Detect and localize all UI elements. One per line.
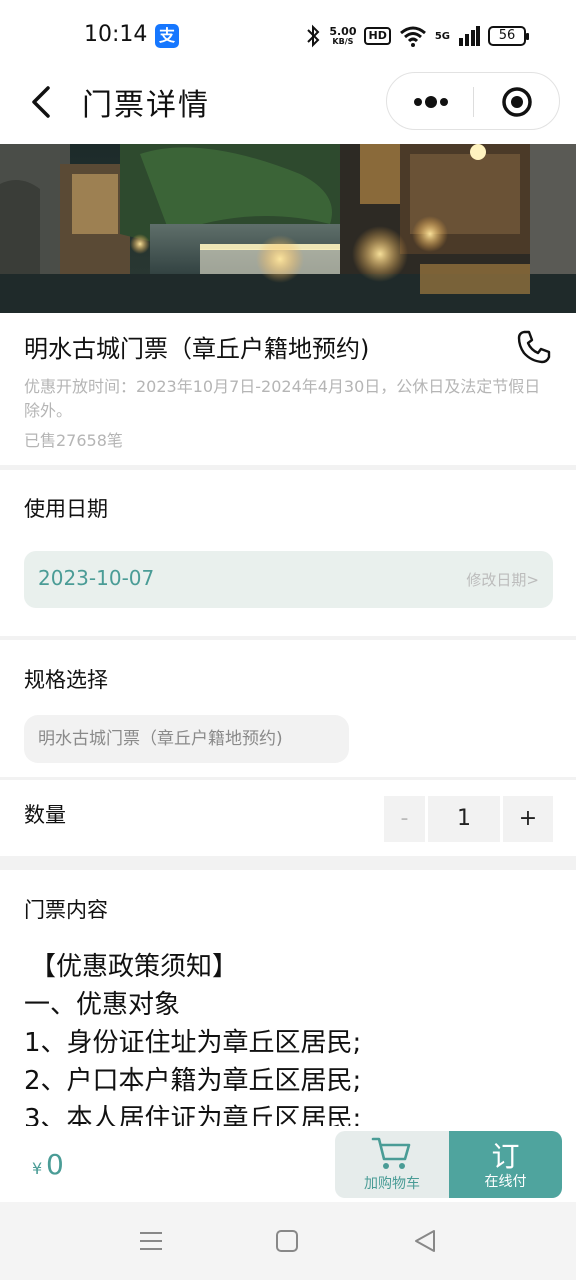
quantity-title: 数量: [24, 803, 66, 827]
selected-date: 2023-10-07: [38, 566, 155, 590]
content-line: 1、身份证住址为章丘区居民;: [24, 1028, 362, 1058]
content-line: 2、户口本户籍为章丘区居民;: [24, 1066, 362, 1096]
status-icons: 5.00 KB/S HD 5G 56: [305, 22, 529, 50]
capsule-separator: [473, 87, 474, 117]
wifi-icon: [399, 26, 426, 47]
sold-count: 已售27658笔: [24, 431, 123, 450]
back-nav-icon[interactable]: [410, 1226, 440, 1256]
more-icon[interactable]: [411, 85, 451, 119]
signal-icon: [459, 26, 480, 46]
quantity-value[interactable]: 1: [428, 796, 500, 842]
section-divider: [0, 856, 576, 870]
content-title: 门票内容: [24, 898, 108, 922]
page-title: 门票详情: [82, 88, 210, 123]
mini-program-capsule: [386, 72, 560, 130]
back-icon[interactable]: [24, 82, 64, 122]
add-to-cart-button[interactable]: 加购物车: [335, 1131, 449, 1198]
spec-option-chip[interactable]: 明水古城门票（章丘户籍地预约): [24, 715, 349, 763]
quantity-plus-button[interactable]: +: [503, 796, 553, 842]
modify-date-link[interactable]: 修改日期>: [466, 569, 539, 590]
pay-online-button[interactable]: 订 在线付: [449, 1131, 562, 1198]
system-navigation-bar: [0, 1202, 576, 1280]
section-divider: [0, 465, 576, 470]
battery-icon: 56: [488, 26, 529, 46]
home-icon[interactable]: [272, 1226, 302, 1256]
pay-online-label: 在线付: [484, 1174, 527, 1190]
signal-label: 5G: [434, 30, 450, 42]
add-to-cart-label: 加购物车: [364, 1176, 420, 1192]
use-date-title: 使用日期: [24, 497, 108, 521]
ticket-detail-page: 10:14 支 5.00 KB/S HD 5G 56 门票详情 明水古城门票（章…: [0, 0, 576, 1280]
ancient-town-night-photo: [0, 144, 576, 313]
net-speed: 5.00 KB/S: [329, 25, 357, 46]
total-price: 0: [46, 1148, 64, 1181]
status-bar: 10:14 支 5.00 KB/S HD 5G 56: [0, 0, 576, 70]
hd-badge: HD: [364, 27, 391, 45]
ticket-description: 优惠开放时间：2023年10月7日-2024年4月30日，公休日及法定节假日除外…: [24, 377, 541, 420]
alipay-icon: 支: [155, 24, 179, 48]
ticket-content: 【优惠政策须知】 一、优惠对象 1、身份证住址为章丘区居民; 2、户口本户籍为章…: [24, 948, 564, 1138]
cart-icon: [371, 1137, 411, 1169]
order-glyph: 订: [491, 1140, 520, 1173]
close-target-icon[interactable]: [501, 86, 533, 118]
quantity-minus-button[interactable]: -: [384, 796, 425, 842]
bottom-action-bar: ¥ 0 加购物车 订 在线付: [0, 1126, 576, 1202]
currency-symbol: ¥: [32, 1159, 43, 1178]
hero-image: [0, 144, 576, 313]
spec-title: 规格选择: [24, 668, 108, 692]
section-divider: [0, 636, 576, 640]
bluetooth-icon: [307, 24, 320, 48]
status-time: 10:14: [84, 22, 148, 47]
content-line: 【优惠政策须知】: [30, 952, 239, 982]
ticket-info: 明水古城门票（章丘户籍地预约) 优惠开放时间：2023年10月7日-2024年4…: [0, 313, 576, 465]
date-selector[interactable]: 2023-10-07 修改日期>: [24, 551, 553, 608]
nav-bar: 门票详情: [0, 70, 576, 144]
section-divider: [0, 777, 576, 780]
menu-icon[interactable]: [136, 1226, 166, 1256]
ticket-name: 明水古城门票（章丘户籍地预约): [24, 335, 370, 363]
content-line: 一、优惠对象: [24, 990, 181, 1020]
phone-icon[interactable]: [516, 329, 552, 365]
